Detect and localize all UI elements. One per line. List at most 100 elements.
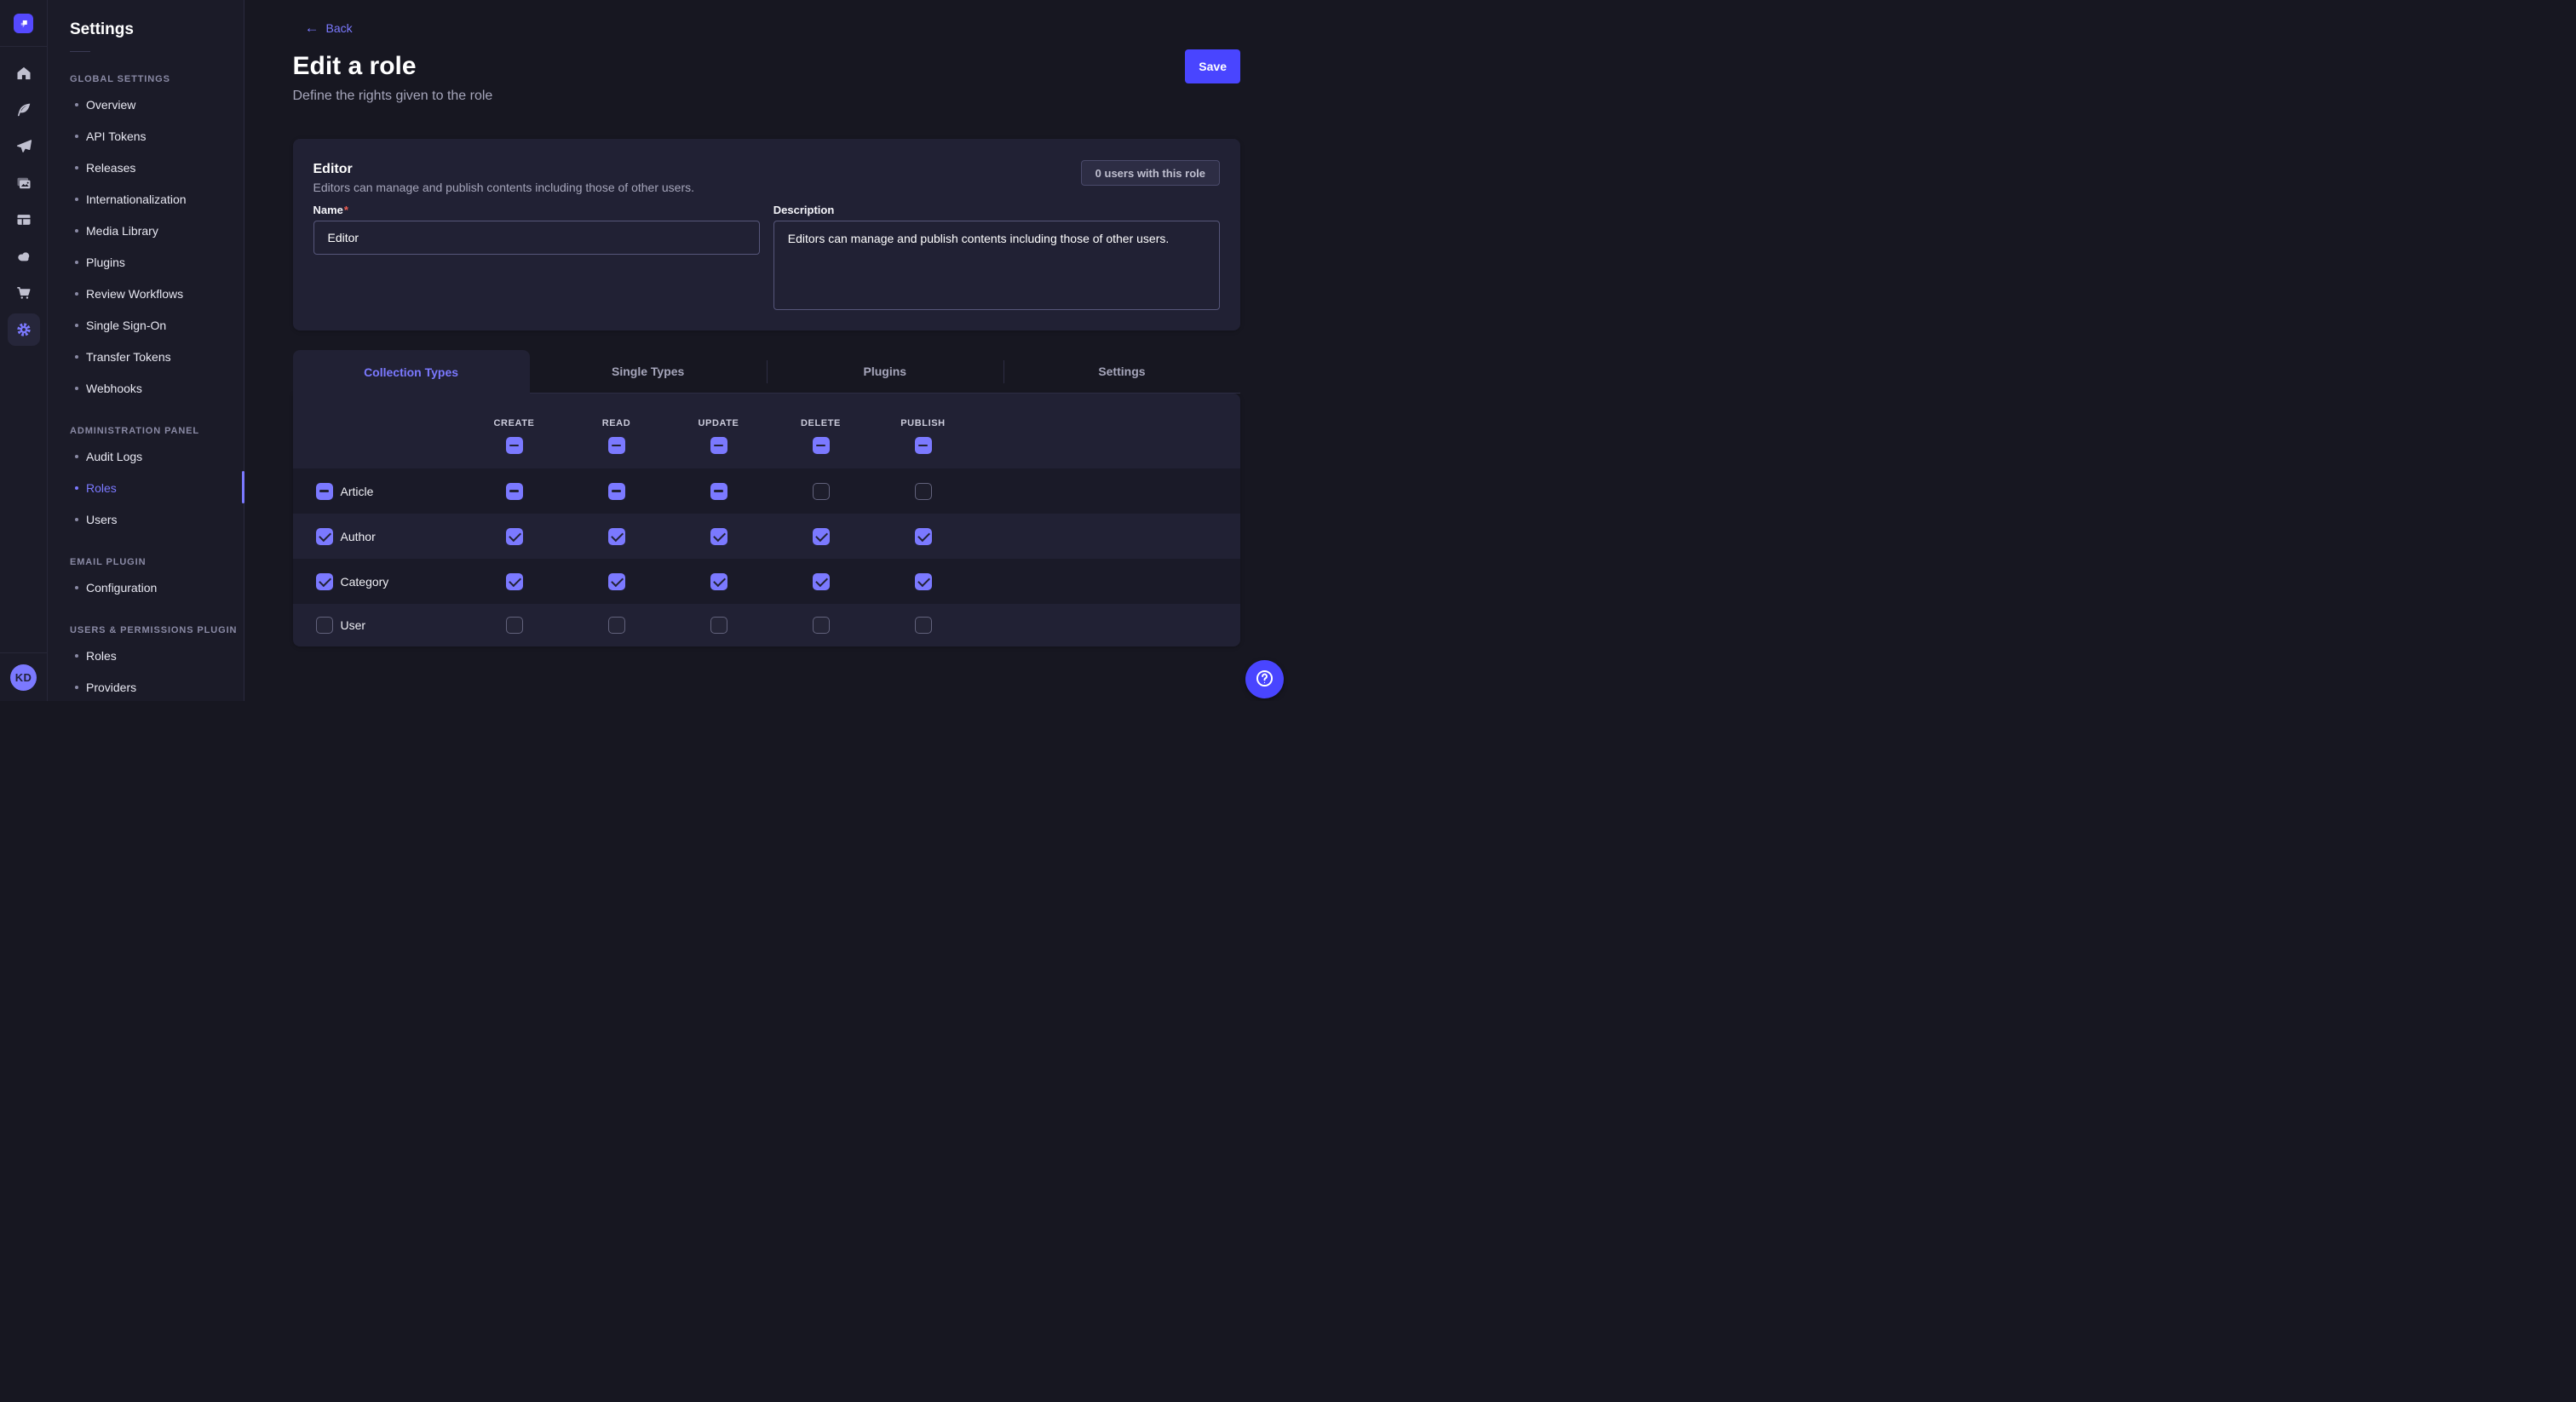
checkbox-article-delete[interactable]	[813, 483, 830, 500]
back-label: Back	[326, 21, 353, 35]
rail-item-cart[interactable]	[0, 274, 47, 311]
checkbox-category-delete[interactable]	[813, 573, 830, 590]
checkbox-category-create[interactable]	[506, 573, 523, 590]
sidebar-item-configuration[interactable]: Configuration	[70, 572, 244, 603]
checkbox-category-all[interactable]	[316, 573, 333, 590]
sidebar-item-label: Review Workflows	[86, 287, 183, 301]
bullet-icon	[75, 518, 78, 521]
sidebar-item-roles[interactable]: Roles	[70, 472, 244, 503]
rail-item-layout[interactable]	[0, 201, 47, 238]
rail-item-paper-plane[interactable]	[0, 128, 47, 164]
permission-cell	[872, 617, 975, 634]
sidebar-item-overview[interactable]: Overview	[70, 89, 244, 120]
column-label: UPDATE	[698, 418, 739, 428]
permission-cell	[770, 528, 872, 545]
sidebar-item-plugins[interactable]: Plugins	[70, 246, 244, 278]
user-avatar[interactable]: KD	[10, 664, 37, 691]
permission-cell	[566, 528, 668, 545]
rail-item-pictures[interactable]	[0, 164, 47, 201]
checkbox-author-update[interactable]	[710, 528, 727, 545]
rail-item-gear[interactable]	[0, 311, 47, 348]
checkbox-user-all[interactable]	[316, 617, 333, 634]
pictures-icon	[8, 167, 40, 199]
tab-plugins[interactable]: Plugins	[767, 350, 1003, 394]
checkbox-all-publish[interactable]	[915, 437, 932, 454]
sidebar-item-label: Audit Logs	[86, 450, 142, 463]
sidebar-item-internationalization[interactable]: Internationalization	[70, 183, 244, 215]
checkbox-author-create[interactable]	[506, 528, 523, 545]
permission-row-user: User	[293, 604, 1241, 646]
back-link[interactable]: ← Back	[305, 20, 353, 35]
tab-single-types[interactable]: Single Types	[530, 350, 767, 394]
cloud-icon	[8, 240, 40, 273]
app-root: KD Settings GLOBAL SETTINGSOverviewAPI T…	[0, 0, 1288, 701]
rail-bottom: KD	[0, 652, 47, 701]
checkbox-category-read[interactable]	[608, 573, 625, 590]
checkbox-article-publish[interactable]	[915, 483, 932, 500]
sidebar-item-review-workflows[interactable]: Review Workflows	[70, 278, 244, 309]
checkbox-category-publish[interactable]	[915, 573, 932, 590]
tab-collection-types[interactable]: Collection Types	[293, 350, 530, 394]
strapi-logo[interactable]	[0, 0, 47, 47]
permissions-panel: CREATEREADUPDATEDELETEPUBLISH ArticleAut…	[293, 394, 1241, 646]
sidebar-item-label: Plugins	[86, 256, 125, 269]
permissions-tabs: Collection TypesSingle TypesPluginsSetti…	[293, 350, 1241, 394]
checkbox-all-create[interactable]	[506, 437, 523, 454]
checkbox-article-create[interactable]	[506, 483, 523, 500]
checkbox-all-delete[interactable]	[813, 437, 830, 454]
checkbox-user-delete[interactable]	[813, 617, 830, 634]
help-button[interactable]	[1245, 660, 1284, 698]
sidebar-item-webhooks[interactable]: Webhooks	[70, 372, 244, 404]
role-details-card: Editor Editors can manage and publish co…	[293, 139, 1241, 330]
checkbox-user-create[interactable]	[506, 617, 523, 634]
column-label: PUBLISH	[900, 418, 945, 428]
checkbox-category-update[interactable]	[710, 573, 727, 590]
row-label: Category	[341, 575, 389, 589]
row-label: User	[341, 618, 366, 632]
checkbox-author-publish[interactable]	[915, 528, 932, 545]
sidebar-item-label: Configuration	[86, 581, 157, 595]
checkbox-all-update[interactable]	[710, 437, 727, 454]
checkbox-user-update[interactable]	[710, 617, 727, 634]
sidebar-item-roles[interactable]: Roles	[70, 640, 244, 671]
tab-settings[interactable]: Settings	[1003, 350, 1240, 394]
page-subtitle: Define the rights given to the role	[293, 88, 1241, 105]
home-icon	[8, 57, 40, 89]
permissions-header-row: CREATEREADUPDATEDELETEPUBLISH	[293, 394, 1241, 468]
rail-item-cloud[interactable]	[0, 238, 47, 274]
cart-icon	[8, 277, 40, 309]
rail-item-feather[interactable]	[0, 91, 47, 128]
sidebar-item-users[interactable]: Users	[70, 503, 244, 535]
checkbox-all-read[interactable]	[608, 437, 625, 454]
question-icon	[1254, 668, 1275, 692]
users-with-role-button[interactable]: 0 users with this role	[1081, 160, 1220, 186]
checkbox-author-all[interactable]	[316, 528, 333, 545]
sidebar-title: Settings	[70, 19, 244, 41]
sidebar-item-releases[interactable]: Releases	[70, 152, 244, 183]
checkbox-user-publish[interactable]	[915, 617, 932, 634]
permission-row-category: Category	[293, 559, 1241, 604]
checkbox-article-update[interactable]	[710, 483, 727, 500]
row-lead-cell: Article	[293, 483, 463, 500]
sidebar-item-api-tokens[interactable]: API Tokens	[70, 120, 244, 152]
column-label: DELETE	[801, 418, 841, 428]
description-textarea[interactable]: Editors can manage and publish contents …	[773, 221, 1220, 310]
sidebar-item-media-library[interactable]: Media Library	[70, 215, 244, 246]
checkbox-author-delete[interactable]	[813, 528, 830, 545]
name-input[interactable]	[313, 221, 760, 255]
checkbox-article-read[interactable]	[608, 483, 625, 500]
sidebar-item-transfer-tokens[interactable]: Transfer Tokens	[70, 341, 244, 372]
checkbox-user-read[interactable]	[608, 617, 625, 634]
save-button[interactable]: Save	[1185, 49, 1240, 83]
sidebar-section-label: EMAIL PLUGIN	[70, 557, 244, 567]
checkbox-article-all[interactable]	[316, 483, 333, 500]
checkbox-author-read[interactable]	[608, 528, 625, 545]
sidebar-item-audit-logs[interactable]: Audit Logs	[70, 440, 244, 472]
sidebar-item-providers[interactable]: Providers	[70, 671, 244, 703]
sidebar-item-single-sign-on[interactable]: Single Sign-On	[70, 309, 244, 341]
bullet-icon	[75, 198, 78, 201]
settings-sidebar: Settings GLOBAL SETTINGSOverviewAPI Toke…	[48, 0, 244, 701]
rail-item-home[interactable]	[0, 55, 47, 91]
description-label: Description	[773, 204, 1220, 217]
sidebar-item-label: API Tokens	[86, 129, 147, 143]
